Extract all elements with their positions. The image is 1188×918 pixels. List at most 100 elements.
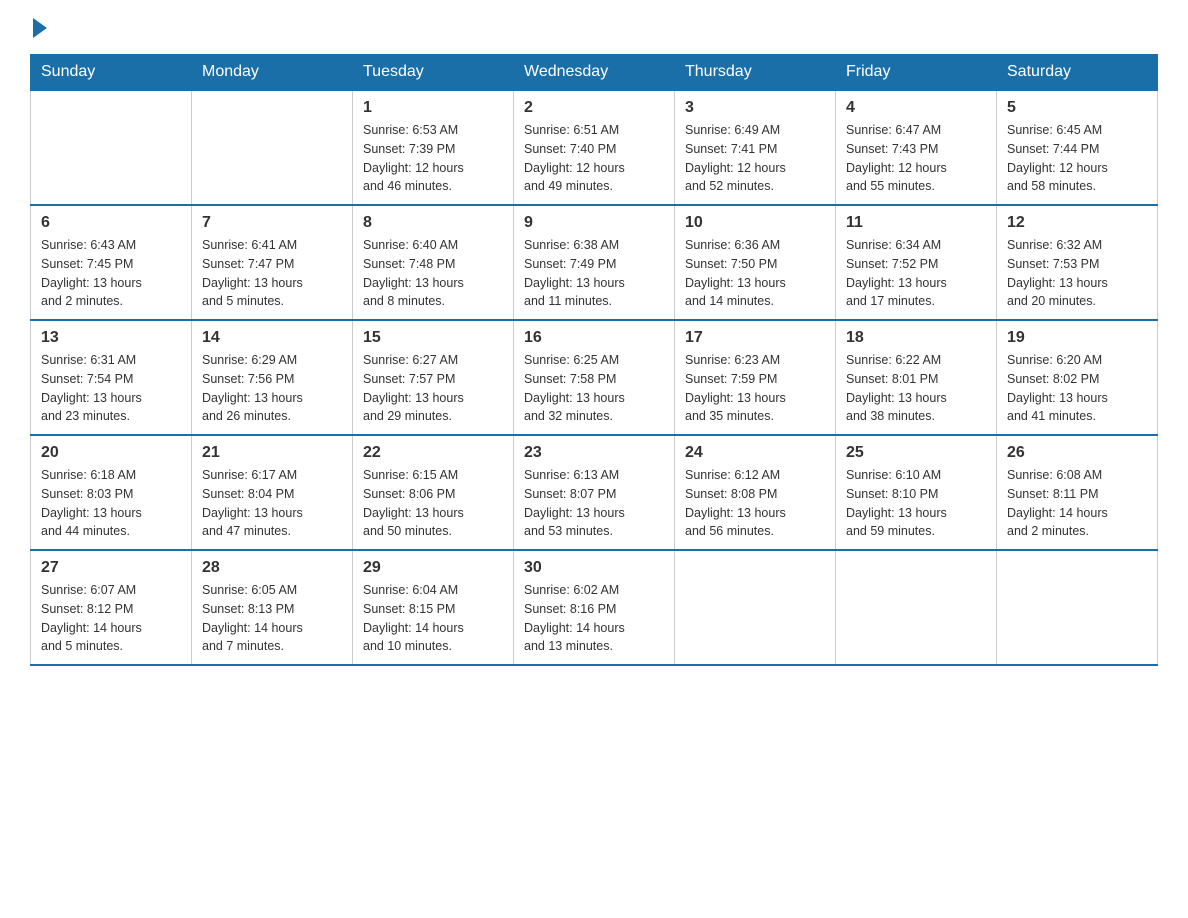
logo-arrow-icon (33, 18, 47, 38)
day-of-week-header: Wednesday (514, 55, 675, 91)
calendar-cell (675, 550, 836, 665)
page-header (30, 20, 1158, 34)
day-info: Sunrise: 6:27 AMSunset: 7:57 PMDaylight:… (363, 351, 503, 426)
day-info: Sunrise: 6:18 AMSunset: 8:03 PMDaylight:… (41, 466, 181, 541)
calendar-cell: 8 Sunrise: 6:40 AMSunset: 7:48 PMDaylight… (353, 205, 514, 320)
day-number: 12 (1007, 214, 1147, 232)
day-info: Sunrise: 6:40 AMSunset: 7:48 PMDaylight:… (363, 236, 503, 311)
day-of-week-header: Sunday (31, 55, 192, 91)
day-info: Sunrise: 6:34 AMSunset: 7:52 PMDaylight:… (846, 236, 986, 311)
day-number: 19 (1007, 329, 1147, 347)
day-info: Sunrise: 6:47 AMSunset: 7:43 PMDaylight:… (846, 121, 986, 196)
day-number: 29 (363, 559, 503, 577)
day-number: 5 (1007, 99, 1147, 117)
calendar-cell: 26Sunrise: 6:08 AMSunset: 8:11 PMDayligh… (997, 435, 1158, 550)
day-info: Sunrise: 6:10 AMSunset: 8:10 PMDaylight:… (846, 466, 986, 541)
calendar-cell: 30 Sunrise: 6:02 AMSunset: 8:16 PMDayligh… (514, 550, 675, 665)
day-number: 6 (41, 214, 181, 232)
calendar-cell: 6 Sunrise: 6:43 AMSunset: 7:45 PMDaylight… (31, 205, 192, 320)
calendar-cell (192, 90, 353, 205)
day-of-week-header: Monday (192, 55, 353, 91)
day-info: Sunrise: 6:17 AMSunset: 8:04 PMDaylight:… (202, 466, 342, 541)
calendar-cell: 20 Sunrise: 6:18 AMSunset: 8:03 PMDayligh… (31, 435, 192, 550)
day-number: 23 (524, 444, 664, 462)
calendar-cell: 9 Sunrise: 6:38 AMSunset: 7:49 PMDaylight… (514, 205, 675, 320)
day-number: 10 (685, 214, 825, 232)
day-info: Sunrise: 6:49 AMSunset: 7:41 PMDaylight:… (685, 121, 825, 196)
day-info: Sunrise: 6:02 AMSunset: 8:16 PMDaylight:… (524, 581, 664, 656)
calendar-week-row: 27 Sunrise: 6:07 AMSunset: 8:12 PMDayligh… (31, 550, 1158, 665)
calendar-header: SundayMondayTuesdayWednesdayThursdayFrid… (31, 55, 1158, 91)
day-number: 30 (524, 559, 664, 577)
logo (30, 20, 47, 34)
day-info: Sunrise: 6:07 AMSunset: 8:12 PMDaylight:… (41, 581, 181, 656)
day-number: 14 (202, 329, 342, 347)
day-info: Sunrise: 6:23 AMSunset: 7:59 PMDaylight:… (685, 351, 825, 426)
calendar-cell: 14 Sunrise: 6:29 AMSunset: 7:56 PMDayligh… (192, 320, 353, 435)
day-number: 7 (202, 214, 342, 232)
calendar-cell: 28Sunrise: 6:05 AMSunset: 8:13 PMDayligh… (192, 550, 353, 665)
day-info: Sunrise: 6:32 AMSunset: 7:53 PMDaylight:… (1007, 236, 1147, 311)
day-number: 9 (524, 214, 664, 232)
calendar-cell: 27 Sunrise: 6:07 AMSunset: 8:12 PMDayligh… (31, 550, 192, 665)
calendar-cell: 7 Sunrise: 6:41 AMSunset: 7:47 PMDaylight… (192, 205, 353, 320)
day-number: 25 (846, 444, 986, 462)
day-info: Sunrise: 6:04 AMSunset: 8:15 PMDaylight:… (363, 581, 503, 656)
day-number: 16 (524, 329, 664, 347)
day-number: 15 (363, 329, 503, 347)
day-number: 1 (363, 99, 503, 117)
day-of-week-header: Tuesday (353, 55, 514, 91)
day-info: Sunrise: 6:41 AMSunset: 7:47 PMDaylight:… (202, 236, 342, 311)
calendar-cell: 3Sunrise: 6:49 AMSunset: 7:41 PMDaylight… (675, 90, 836, 205)
day-info: Sunrise: 6:51 AMSunset: 7:40 PMDaylight:… (524, 121, 664, 196)
day-info: Sunrise: 6:08 AMSunset: 8:11 PMDaylight:… (1007, 466, 1147, 541)
calendar-cell: 16 Sunrise: 6:25 AMSunset: 7:58 PMDayligh… (514, 320, 675, 435)
calendar-cell: 29 Sunrise: 6:04 AMSunset: 8:15 PMDayligh… (353, 550, 514, 665)
day-info: Sunrise: 6:20 AMSunset: 8:02 PMDaylight:… (1007, 351, 1147, 426)
day-number: 22 (363, 444, 503, 462)
day-number: 28 (202, 559, 342, 577)
day-info: Sunrise: 6:53 AMSunset: 7:39 PMDaylight:… (363, 121, 503, 196)
calendar-cell: 21Sunrise: 6:17 AMSunset: 8:04 PMDayligh… (192, 435, 353, 550)
day-of-week-header: Thursday (675, 55, 836, 91)
day-info: Sunrise: 6:38 AMSunset: 7:49 PMDaylight:… (524, 236, 664, 311)
day-info: Sunrise: 6:43 AMSunset: 7:45 PMDaylight:… (41, 236, 181, 311)
day-number: 8 (363, 214, 503, 232)
calendar-body: 1 Sunrise: 6:53 AMSunset: 7:39 PMDaylight… (31, 90, 1158, 665)
day-info: Sunrise: 6:22 AMSunset: 8:01 PMDaylight:… (846, 351, 986, 426)
day-number: 20 (41, 444, 181, 462)
day-info: Sunrise: 6:15 AMSunset: 8:06 PMDaylight:… (363, 466, 503, 541)
day-info: Sunrise: 6:13 AMSunset: 8:07 PMDaylight:… (524, 466, 664, 541)
calendar-cell: 1 Sunrise: 6:53 AMSunset: 7:39 PMDaylight… (353, 90, 514, 205)
calendar-cell: 4 Sunrise: 6:47 AMSunset: 7:43 PMDaylight… (836, 90, 997, 205)
calendar-cell: 11 Sunrise: 6:34 AMSunset: 7:52 PMDayligh… (836, 205, 997, 320)
day-info: Sunrise: 6:29 AMSunset: 7:56 PMDaylight:… (202, 351, 342, 426)
day-info: Sunrise: 6:12 AMSunset: 8:08 PMDaylight:… (685, 466, 825, 541)
calendar-cell (997, 550, 1158, 665)
calendar-cell: 15 Sunrise: 6:27 AMSunset: 7:57 PMDayligh… (353, 320, 514, 435)
day-of-week-header: Friday (836, 55, 997, 91)
calendar-cell: 22 Sunrise: 6:15 AMSunset: 8:06 PMDayligh… (353, 435, 514, 550)
day-number: 4 (846, 99, 986, 117)
day-number: 24 (685, 444, 825, 462)
day-number: 13 (41, 329, 181, 347)
day-of-week-header: Saturday (997, 55, 1158, 91)
day-number: 11 (846, 214, 986, 232)
day-info: Sunrise: 6:25 AMSunset: 7:58 PMDaylight:… (524, 351, 664, 426)
days-of-week-row: SundayMondayTuesdayWednesdayThursdayFrid… (31, 55, 1158, 91)
day-info: Sunrise: 6:45 AMSunset: 7:44 PMDaylight:… (1007, 121, 1147, 196)
calendar-cell: 17 Sunrise: 6:23 AMSunset: 7:59 PMDayligh… (675, 320, 836, 435)
day-number: 17 (685, 329, 825, 347)
calendar-cell: 24 Sunrise: 6:12 AMSunset: 8:08 PMDayligh… (675, 435, 836, 550)
day-number: 18 (846, 329, 986, 347)
calendar-cell (836, 550, 997, 665)
day-number: 27 (41, 559, 181, 577)
calendar-week-row: 6 Sunrise: 6:43 AMSunset: 7:45 PMDaylight… (31, 205, 1158, 320)
calendar-week-row: 13Sunrise: 6:31 AMSunset: 7:54 PMDayligh… (31, 320, 1158, 435)
calendar-week-row: 20 Sunrise: 6:18 AMSunset: 8:03 PMDayligh… (31, 435, 1158, 550)
calendar-cell: 19 Sunrise: 6:20 AMSunset: 8:02 PMDayligh… (997, 320, 1158, 435)
calendar-cell: 10Sunrise: 6:36 AMSunset: 7:50 PMDayligh… (675, 205, 836, 320)
calendar-cell: 2 Sunrise: 6:51 AMSunset: 7:40 PMDaylight… (514, 90, 675, 205)
calendar-cell: 5 Sunrise: 6:45 AMSunset: 7:44 PMDaylight… (997, 90, 1158, 205)
day-number: 2 (524, 99, 664, 117)
